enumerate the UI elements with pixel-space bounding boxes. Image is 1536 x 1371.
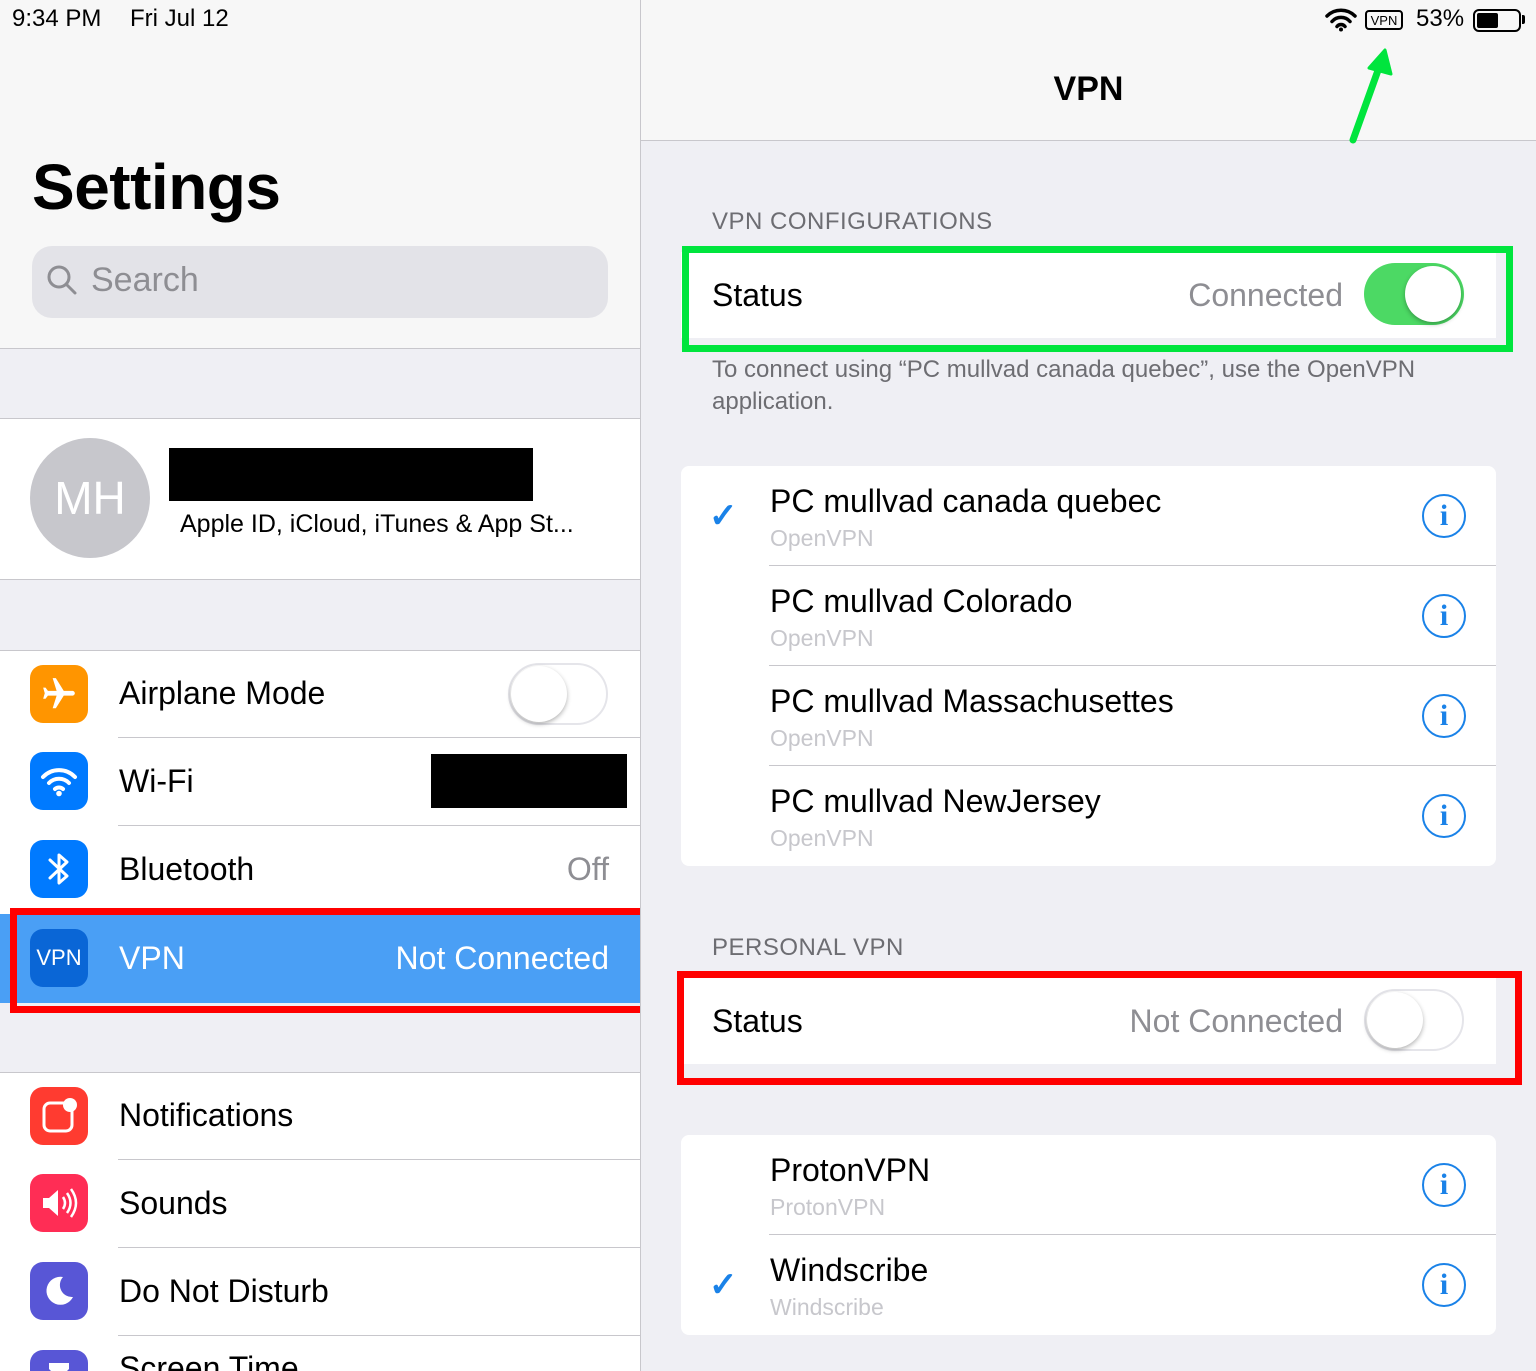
search-icon xyxy=(47,265,77,295)
vpn-config-type: OpenVPN xyxy=(770,725,874,751)
vpn-config-type: OpenVPN xyxy=(770,625,874,651)
airplane-icon xyxy=(30,665,88,723)
info-icon[interactable]: i xyxy=(1422,794,1466,838)
sidebar-item-label: Do Not Disturb xyxy=(119,1273,329,1309)
battery-icon xyxy=(1473,9,1521,32)
wifi-icon xyxy=(30,752,88,810)
vpn-status-indicator: VPN xyxy=(1365,10,1403,30)
vpn-config-row[interactable]: ✓ Windscribe Windscribe i xyxy=(681,1235,1496,1335)
sidebar-item-screen-time[interactable]: Screen Time xyxy=(0,1336,640,1371)
sidebar-item-label: Wi-Fi xyxy=(119,763,194,799)
sidebar-item-wifi[interactable]: Wi-Fi xyxy=(0,738,640,825)
vpn-config-type: OpenVPN xyxy=(770,525,874,551)
bluetooth-value: Off xyxy=(566,851,609,887)
highlight-box xyxy=(682,246,1513,352)
nav-title: VPN xyxy=(1053,70,1124,108)
vpn-config-type: OpenVPN xyxy=(770,825,874,851)
highlight-box xyxy=(10,908,640,1013)
vpn-config-name: Windscribe xyxy=(770,1252,929,1288)
sidebar-item-do-not-disturb[interactable]: Do Not Disturb xyxy=(0,1248,640,1335)
sidebar-item-label: Sounds xyxy=(119,1185,228,1221)
avatar: MH xyxy=(30,438,150,558)
battery-percent: 53% xyxy=(1416,5,1465,32)
vpn-footer-note: To connect using “PC mullvad canada queb… xyxy=(712,356,1416,415)
notifications-icon xyxy=(30,1087,88,1145)
hourglass-icon xyxy=(30,1350,88,1371)
status-date: Fri Jul 12 xyxy=(130,5,229,32)
search-input[interactable]: Search xyxy=(32,246,608,318)
vpn-config-name: PC mullvad Colorado xyxy=(770,583,1073,619)
sidebar-item-sounds[interactable]: Sounds xyxy=(0,1160,640,1247)
sounds-icon xyxy=(30,1174,88,1232)
airplane-mode-toggle[interactable] xyxy=(508,663,608,725)
moon-icon xyxy=(30,1262,88,1320)
battery-tip xyxy=(1522,15,1525,24)
sidebar-item-bluetooth[interactable]: Bluetooth Off xyxy=(0,826,640,913)
info-icon[interactable]: i xyxy=(1422,694,1466,738)
vpn-config-list: ✓ PC mullvad canada quebec OpenVPN i PC … xyxy=(681,466,1496,866)
status-time: 9:34 PM xyxy=(12,5,102,32)
vpn-config-row[interactable]: ProtonVPN ProtonVPN i xyxy=(681,1135,1496,1235)
sidebar-item-label: Screen Time xyxy=(119,1350,299,1371)
vpn-config-type: ProtonVPN xyxy=(770,1194,886,1220)
page-title: Settings xyxy=(32,151,281,223)
info-icon[interactable]: i xyxy=(1422,1163,1466,1207)
section-header-personal-vpn: PERSONAL VPN xyxy=(712,934,904,961)
group-spacer xyxy=(0,349,640,418)
sidebar-item-label: Notifications xyxy=(119,1097,294,1133)
vpn-config-name: ProtonVPN xyxy=(770,1152,931,1188)
group-spacer xyxy=(0,580,640,650)
sidebar-item-notifications[interactable]: Notifications xyxy=(0,1073,640,1159)
checkmark-icon: ✓ xyxy=(709,497,738,535)
notifications-group: Notifications Sounds Do Not Disturb Scre… xyxy=(0,1073,640,1371)
divider xyxy=(641,140,1536,141)
info-icon[interactable]: i xyxy=(1422,494,1466,538)
section-header-vpn-configurations: VPN CONFIGURATIONS xyxy=(712,208,993,235)
sidebar-item-airplane-mode[interactable]: Airplane Mode xyxy=(0,651,640,737)
bluetooth-icon xyxy=(30,840,88,898)
personal-vpn-list: ProtonVPN ProtonVPN i ✓ Windscribe Winds… xyxy=(681,1135,1496,1335)
vpn-config-name: PC mullvad canada quebec xyxy=(770,483,1162,519)
vpn-config-type: Windscribe xyxy=(770,1294,884,1320)
apple-id-row[interactable]: MH Apple ID, iCloud, iTunes & App St... xyxy=(0,419,640,579)
wifi-network-redacted xyxy=(431,754,627,808)
info-icon[interactable]: i xyxy=(1422,1263,1466,1307)
vpn-detail: VPN 53% VPN VPN CONFIGURATIONS Status Co… xyxy=(641,0,1536,1371)
settings-sidebar: 9:34 PM Fri Jul 12 Settings Search MH Ap… xyxy=(0,0,640,1371)
search-placeholder: Search xyxy=(91,261,199,299)
vpn-config-row[interactable]: PC mullvad Massachusettes OpenVPN i xyxy=(681,666,1496,766)
vpn-config-name: PC mullvad Massachusettes xyxy=(770,683,1174,719)
info-icon[interactable]: i xyxy=(1422,594,1466,638)
vpn-config-name: PC mullvad NewJersey xyxy=(770,783,1101,819)
group-spacer xyxy=(0,1003,640,1072)
checkmark-icon: ✓ xyxy=(709,1266,738,1304)
wifi-status-icon xyxy=(1325,8,1357,32)
vpn-config-row[interactable]: ✓ PC mullvad canada quebec OpenVPN i xyxy=(681,466,1496,566)
profile-name-redacted xyxy=(169,448,533,501)
highlight-box xyxy=(677,971,1522,1085)
sidebar-item-label: Airplane Mode xyxy=(119,675,326,711)
annotation-arrow xyxy=(1349,48,1393,144)
vpn-config-row[interactable]: PC mullvad Colorado OpenVPN i xyxy=(681,566,1496,666)
sidebar-item-label: Bluetooth xyxy=(119,851,255,887)
vpn-config-row[interactable]: PC mullvad NewJersey OpenVPN i xyxy=(681,766,1496,866)
profile-subtitle: Apple ID, iCloud, iTunes & App St... xyxy=(180,510,574,538)
